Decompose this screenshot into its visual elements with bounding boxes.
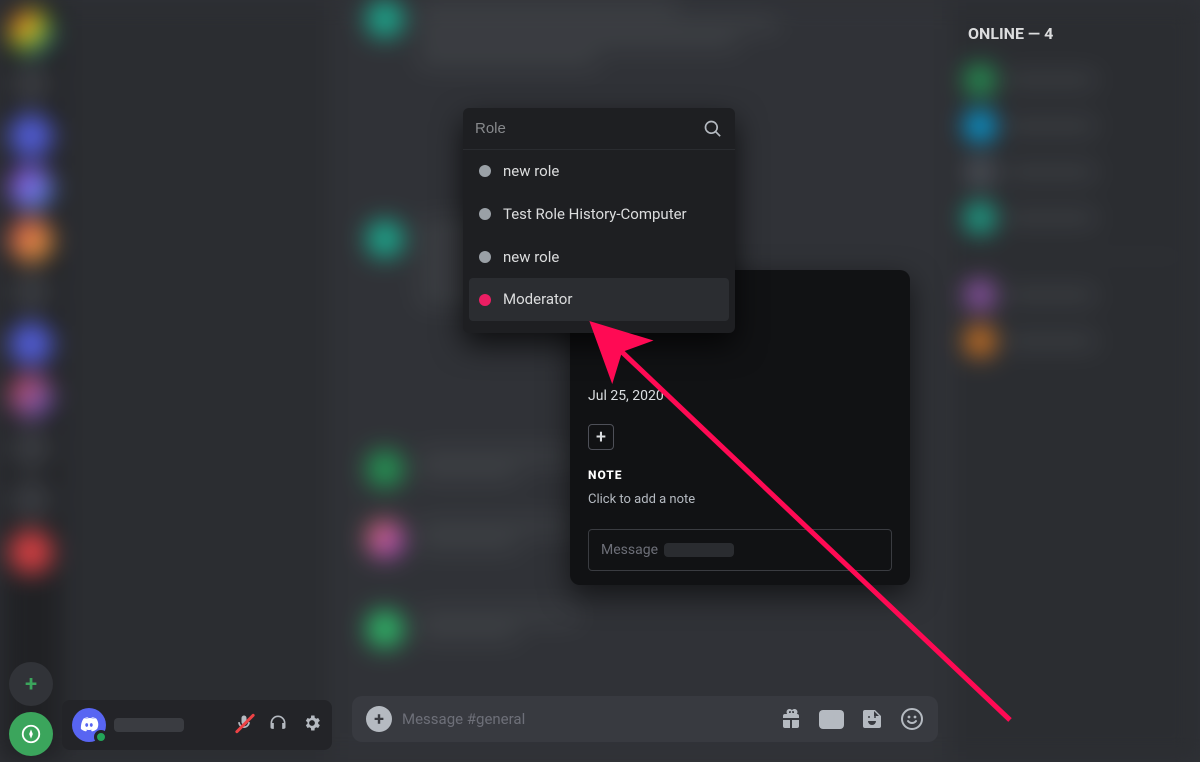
role-search-input[interactable] — [475, 120, 703, 137]
sticker-icon[interactable] — [860, 707, 884, 731]
plus-icon: + — [596, 427, 606, 448]
members-heading-wrap: ONLINE — 4 — [950, 0, 1200, 67]
deafen-button[interactable] — [268, 713, 288, 737]
server-icon[interactable] — [9, 426, 53, 470]
compass-icon — [20, 723, 42, 745]
user-panel — [62, 700, 332, 750]
dm-recipient-redacted — [664, 543, 734, 557]
gear-icon — [302, 713, 322, 733]
emoji-icon[interactable] — [900, 707, 924, 731]
home-button[interactable] — [9, 10, 53, 54]
add-role-button[interactable]: + — [588, 424, 614, 450]
role-search-row — [463, 108, 735, 150]
dm-input[interactable]: Message — [588, 529, 892, 571]
server-icon[interactable] — [9, 478, 53, 522]
mute-button[interactable] — [234, 713, 254, 737]
server-icon[interactable] — [9, 166, 53, 210]
role-option[interactable]: Moderator — [469, 278, 729, 321]
role-option-label: Test Role History-Computer — [503, 205, 687, 224]
explore-servers-button[interactable] — [9, 712, 53, 756]
username-redacted — [114, 718, 184, 732]
member-since-date: Jul 25, 2020 — [588, 388, 892, 404]
role-option-label: new role — [503, 162, 559, 181]
gift-icon[interactable] — [779, 707, 803, 731]
user-settings-button[interactable] — [302, 713, 322, 737]
role-option[interactable]: new role — [463, 236, 735, 279]
role-color-dot — [479, 208, 491, 220]
role-color-dot — [479, 165, 491, 177]
server-icon[interactable] — [9, 218, 53, 262]
members-panel — [950, 0, 1200, 762]
message-input-bar[interactable]: + Message #general GIF — [352, 696, 938, 742]
search-icon — [703, 119, 723, 139]
server-icon[interactable] — [9, 322, 53, 366]
role-option-label: Moderator — [503, 290, 572, 309]
server-icon[interactable] — [9, 374, 53, 418]
dm-input-prefix: Message — [601, 542, 658, 558]
status-online-icon — [94, 730, 108, 744]
attach-button[interactable]: + — [366, 706, 392, 732]
server-icon[interactable] — [9, 62, 53, 106]
gif-button[interactable]: GIF — [819, 710, 844, 729]
plus-icon: + — [25, 672, 37, 697]
plus-icon: + — [374, 709, 384, 730]
message-input-placeholder: Message #general — [402, 710, 525, 728]
role-color-dot — [479, 251, 491, 263]
note-heading: NOTE — [588, 468, 892, 482]
members-online-heading: ONLINE — 4 — [968, 24, 1182, 43]
self-avatar[interactable] — [72, 708, 106, 742]
server-icon[interactable] — [9, 270, 53, 314]
note-placeholder[interactable]: Click to add a note — [588, 492, 892, 507]
role-color-dot — [479, 294, 491, 306]
role-option[interactable]: Test Role History-Computer — [463, 193, 735, 236]
role-option-label: new role — [503, 248, 559, 267]
headphones-icon — [268, 713, 288, 733]
server-icon[interactable] — [9, 530, 53, 574]
server-rail — [0, 0, 62, 762]
add-server-button[interactable]: + — [9, 662, 53, 706]
channel-sidebar — [62, 0, 332, 762]
role-option[interactable]: new role — [463, 150, 735, 193]
server-icon[interactable] — [9, 114, 53, 158]
role-select-popover: new role Test Role History-Computer new ro… — [463, 108, 735, 333]
